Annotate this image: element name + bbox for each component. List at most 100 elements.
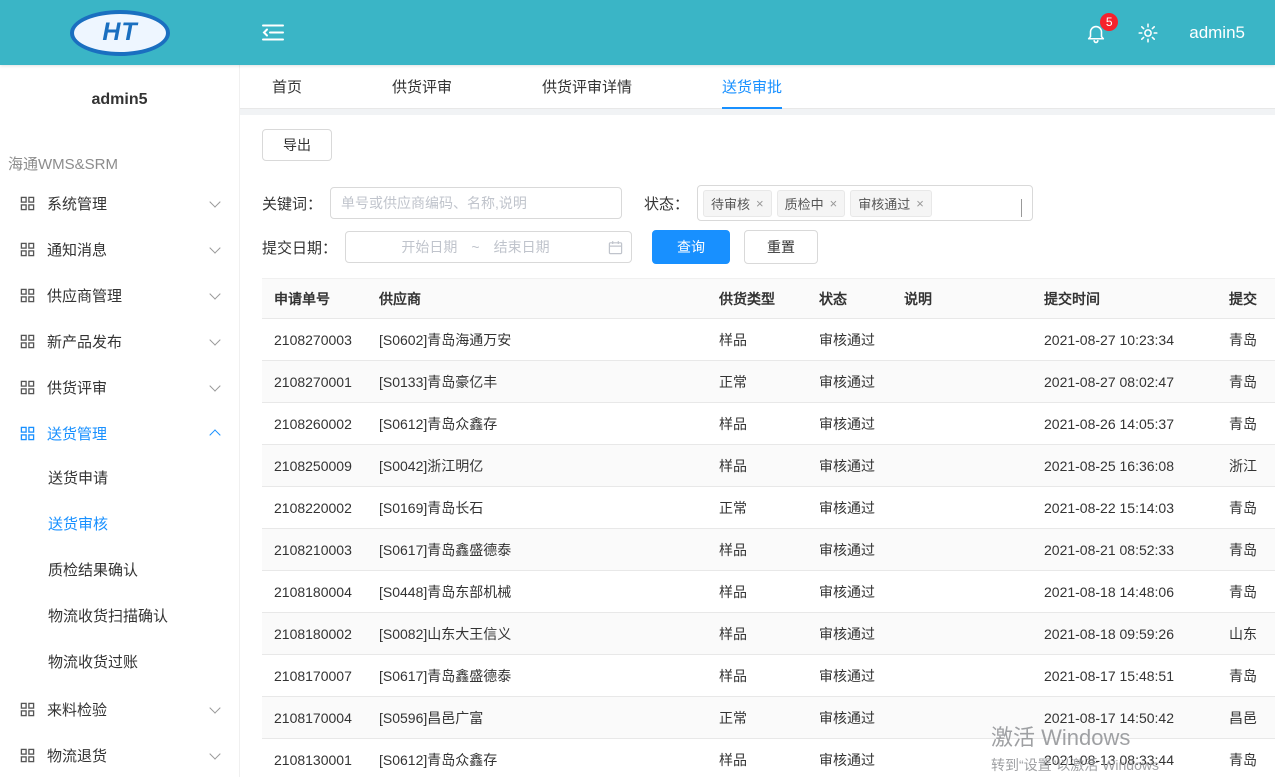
table-row[interactable]: 2108260002 [S0612]青岛众鑫存 样品 审核通过 2021-08-… bbox=[262, 403, 1275, 445]
table-row[interactable]: 2108130001 [S0612]青岛众鑫存 样品 审核通过 2021-08-… bbox=[262, 739, 1275, 777]
cell-submit-extra: 青岛 bbox=[1217, 739, 1275, 777]
chevron-down-icon bbox=[1021, 199, 1022, 217]
cell-supply-type: 样品 bbox=[707, 571, 807, 613]
date-separator: ~ bbox=[471, 239, 479, 255]
cell-request-no: 2108130001 bbox=[262, 739, 367, 777]
col-supplier: 供应商 bbox=[367, 279, 707, 319]
tag-close-icon[interactable]: × bbox=[916, 197, 924, 210]
status-label: 状态： bbox=[644, 193, 689, 214]
date-range-picker[interactable]: 开始日期 ~ 结束日期 bbox=[345, 231, 632, 263]
cell-status: 审核通过 bbox=[807, 361, 892, 403]
table-row[interactable]: 2108270001 [S0133]青岛豪亿丰 正常 审核通过 2021-08-… bbox=[262, 361, 1275, 403]
filter-row-date: 提交日期： 开始日期 ~ 结束日期 查询 重置 bbox=[262, 230, 1275, 264]
table-row[interactable]: 2108270003 [S0602]青岛海通万安 样品 审核通过 2021-08… bbox=[262, 319, 1275, 361]
status-multiselect[interactable]: 待审核 × 质检中 × 审核通过 × bbox=[697, 185, 1033, 221]
cell-supplier: [S0082]山东大王信义 bbox=[367, 613, 707, 655]
tab-supply-review[interactable]: 供货评审 bbox=[392, 65, 452, 109]
col-request-no: 申请单号 bbox=[262, 279, 367, 319]
cell-submit-extra: 青岛 bbox=[1217, 403, 1275, 445]
sidebar-item-label: 新产品发布 bbox=[47, 331, 122, 352]
cell-submit-extra: 青岛 bbox=[1217, 655, 1275, 697]
cell-request-no: 2108180004 bbox=[262, 571, 367, 613]
table-row[interactable]: 2108180004 [S0448]青岛东部机械 样品 审核通过 2021-08… bbox=[262, 571, 1275, 613]
cell-note bbox=[892, 529, 1032, 571]
cell-supply-type: 正常 bbox=[707, 697, 807, 739]
cell-status: 审核通过 bbox=[807, 403, 892, 445]
cell-request-no: 2108170007 bbox=[262, 655, 367, 697]
cell-supplier: [S0612]青岛众鑫存 bbox=[367, 403, 707, 445]
tab-home[interactable]: 首页 bbox=[272, 65, 302, 109]
sidebar-item-supplier-management[interactable]: 供应商管理 bbox=[0, 272, 239, 318]
col-supply-type: 供货类型 bbox=[707, 279, 807, 319]
cell-supplier: [S0602]青岛海通万安 bbox=[367, 319, 707, 361]
table-header-row: 申请单号 供应商 供货类型 状态 说明 提交时间 提交 bbox=[262, 279, 1275, 319]
sidebar-item-new-product-release[interactable]: 新产品发布 bbox=[0, 318, 239, 364]
tab-delivery-approval[interactable]: 送货审批 bbox=[722, 65, 782, 109]
cell-note bbox=[892, 361, 1032, 403]
sidebar-subitem-logistics-posting[interactable]: 物流收货过账 bbox=[0, 640, 239, 686]
date-start-placeholder: 开始日期 bbox=[401, 237, 457, 257]
sidebar-subitem-delivery-audit[interactable]: 送货审核 bbox=[0, 502, 239, 548]
cell-note bbox=[892, 697, 1032, 739]
chevron-down-icon bbox=[211, 339, 219, 344]
cell-request-no: 2108220002 bbox=[262, 487, 367, 529]
table-row[interactable]: 2108250009 [S0042]浙江明亿 样品 审核通过 2021-08-2… bbox=[262, 445, 1275, 487]
cell-note bbox=[892, 487, 1032, 529]
cell-submit-time: 2021-08-25 16:36:08 bbox=[1032, 445, 1217, 487]
search-button[interactable]: 查询 bbox=[652, 230, 730, 264]
cell-status: 审核通过 bbox=[807, 655, 892, 697]
topbar-username[interactable]: admin5 bbox=[1189, 23, 1245, 43]
gear-icon[interactable] bbox=[1137, 22, 1159, 44]
cell-submit-time: 2021-08-27 08:02:47 bbox=[1032, 361, 1217, 403]
table-row[interactable]: 2108170007 [S0617]青岛鑫盛德泰 样品 审核通过 2021-08… bbox=[262, 655, 1275, 697]
cell-note bbox=[892, 739, 1032, 777]
cell-status: 审核通过 bbox=[807, 319, 892, 361]
sidebar-item-supply-review[interactable]: 供货评审 bbox=[0, 364, 239, 410]
cell-supplier: [S0133]青岛豪亿丰 bbox=[367, 361, 707, 403]
table-row[interactable]: 2108220002 [S0169]青岛长石 正常 审核通过 2021-08-2… bbox=[262, 487, 1275, 529]
cell-submit-time: 2021-08-22 15:14:03 bbox=[1032, 487, 1217, 529]
sidebar-item-notifications[interactable]: 通知消息 bbox=[0, 226, 239, 272]
main-area: 首页 供货评审 供货评审详情 送货审批 导出 关键词： 状态： 待审核 × 质检… bbox=[240, 65, 1275, 777]
cell-submit-extra: 青岛 bbox=[1217, 487, 1275, 529]
cell-supply-type: 样品 bbox=[707, 403, 807, 445]
table-row[interactable]: 2108170004 [S0596]昌邑广富 正常 审核通过 2021-08-1… bbox=[262, 697, 1275, 739]
filter-row-keyword-status: 关键词： 状态： 待审核 × 质检中 × 审核通过 × bbox=[262, 185, 1275, 221]
table-row[interactable]: 2108210003 [S0617]青岛鑫盛德泰 样品 审核通过 2021-08… bbox=[262, 529, 1275, 571]
cell-note bbox=[892, 403, 1032, 445]
reset-button[interactable]: 重置 bbox=[744, 230, 818, 264]
page-content: 导出 关键词： 状态： 待审核 × 质检中 × 审核通过 bbox=[240, 115, 1275, 777]
sidebar-subitem-logistics-scan-confirm[interactable]: 物流收货扫描确认 bbox=[0, 594, 239, 640]
cell-submit-extra: 昌邑 bbox=[1217, 697, 1275, 739]
keyword-input[interactable] bbox=[330, 187, 622, 219]
cell-submit-extra: 浙江 bbox=[1217, 445, 1275, 487]
sidebar-subitem-delivery-request[interactable]: 送货申请 bbox=[0, 456, 239, 502]
table-row[interactable]: 2108180002 [S0082]山东大王信义 样品 审核通过 2021-08… bbox=[262, 613, 1275, 655]
tag-close-icon[interactable]: × bbox=[756, 197, 764, 210]
logo-area: HT bbox=[0, 10, 240, 56]
sidebar-item-incoming-inspection[interactable]: 来料检验 bbox=[0, 686, 239, 732]
cell-request-no: 2108170004 bbox=[262, 697, 367, 739]
sidebar-item-label: 供货评审 bbox=[47, 377, 107, 398]
sidebar-collapse-icon[interactable] bbox=[262, 23, 284, 42]
chevron-down-icon bbox=[211, 753, 219, 758]
sidebar-item-label: 来料检验 bbox=[47, 699, 107, 720]
cell-request-no: 2108260002 bbox=[262, 403, 367, 445]
tab-bar: 首页 供货评审 供货评审详情 送货审批 bbox=[240, 65, 1275, 109]
export-button[interactable]: 导出 bbox=[262, 129, 332, 161]
tag-close-icon[interactable]: × bbox=[830, 197, 838, 210]
sidebar-subitem-quality-result-confirm[interactable]: 质检结果确认 bbox=[0, 548, 239, 594]
col-submit-extra: 提交 bbox=[1217, 279, 1275, 319]
sidebar-item-system-management[interactable]: 系统管理 bbox=[0, 180, 239, 226]
notification-bell-icon[interactable]: 5 bbox=[1085, 22, 1107, 44]
topbar-actions: 5 admin5 bbox=[1085, 22, 1275, 44]
chevron-down-icon bbox=[211, 293, 219, 298]
cell-supply-type: 样品 bbox=[707, 613, 807, 655]
sidebar-item-delivery-management[interactable]: 送货管理 bbox=[0, 410, 239, 456]
cell-note bbox=[892, 319, 1032, 361]
sidebar-item-logistics-returns[interactable]: 物流退货 bbox=[0, 732, 239, 777]
cell-status: 审核通过 bbox=[807, 613, 892, 655]
sidebar-username: admin5 bbox=[0, 65, 239, 109]
cell-supply-type: 样品 bbox=[707, 445, 807, 487]
tab-supply-review-detail[interactable]: 供货评审详情 bbox=[542, 65, 632, 109]
